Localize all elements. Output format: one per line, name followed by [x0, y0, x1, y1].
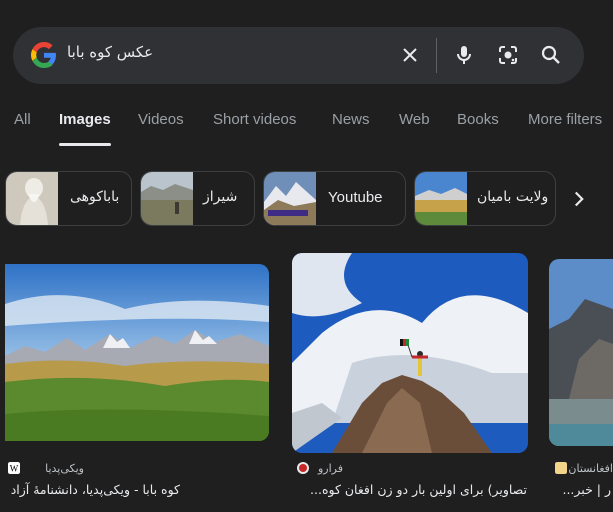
- result-image-1[interactable]: [5, 264, 269, 441]
- result-image-2[interactable]: [292, 253, 528, 453]
- chip-label: Youtube: [328, 189, 383, 206]
- google-logo-icon: [31, 42, 56, 68]
- result-title[interactable]: کوه بابا - ویکی‌پدیا، دانشنامهٔ آزاد: [8, 482, 180, 497]
- chip-label: شیراز: [203, 189, 238, 205]
- chip-babakoohi[interactable]: باباکوهی: [5, 171, 132, 226]
- svg-text:W: W: [10, 464, 19, 474]
- chip-label: ولایت بامیان: [477, 189, 549, 205]
- microphone-icon[interactable]: [452, 43, 476, 67]
- chip-youtube[interactable]: Youtube: [263, 171, 406, 226]
- camera-lens-icon[interactable]: [496, 43, 520, 67]
- chip-bamyan[interactable]: ولایت بامیان: [414, 171, 556, 226]
- result-title[interactable]: تصاویر) برای اولین بار دو زن افغان کوه..…: [297, 482, 527, 497]
- chip-thumbnail: [264, 172, 316, 225]
- close-icon[interactable]: [398, 43, 422, 67]
- tab-images[interactable]: Images: [59, 111, 111, 128]
- chip-thumbnail: [6, 172, 58, 225]
- filter-tabs: All Images Videos Short videos News Web …: [0, 111, 613, 151]
- tab-news[interactable]: News: [332, 111, 370, 128]
- tab-web[interactable]: Web: [399, 111, 430, 128]
- chevron-right-icon[interactable]: [566, 186, 592, 212]
- tab-more-filters[interactable]: More filters: [528, 111, 602, 128]
- wikipedia-favicon-icon: W: [8, 462, 20, 474]
- result-image-3[interactable]: [549, 259, 613, 446]
- result-title[interactable]: ر | خبر...: [553, 482, 611, 497]
- climber-summit-image: [292, 253, 528, 453]
- tab-videos[interactable]: Videos: [138, 111, 184, 128]
- search-query-text[interactable]: عکس کوه بابا: [67, 43, 153, 61]
- result-source: ویکی‌پدیا: [45, 462, 84, 475]
- result-source: فرارو: [317, 462, 343, 475]
- tab-short-videos[interactable]: Short videos: [213, 111, 296, 128]
- mountain-landscape-image: [5, 264, 269, 441]
- search-icon[interactable]: [539, 43, 563, 67]
- tab-books[interactable]: Books: [457, 111, 499, 128]
- tab-all[interactable]: All: [14, 111, 31, 128]
- search-bar[interactable]: عکس کوه بابا: [13, 27, 584, 84]
- chip-shiraz[interactable]: شیراز: [140, 171, 255, 226]
- chip-thumbnail: [415, 172, 467, 225]
- mountain-valley-image: [549, 259, 613, 446]
- chip-thumbnail: [141, 172, 193, 225]
- chip-label: باباکوهی: [70, 189, 120, 205]
- searchbar-divider: [436, 38, 437, 73]
- result-source: افغانستان: [568, 462, 613, 475]
- active-tab-indicator: [59, 143, 111, 146]
- afghanistan-favicon-icon: [555, 462, 567, 474]
- fararu-favicon-icon: [297, 462, 309, 474]
